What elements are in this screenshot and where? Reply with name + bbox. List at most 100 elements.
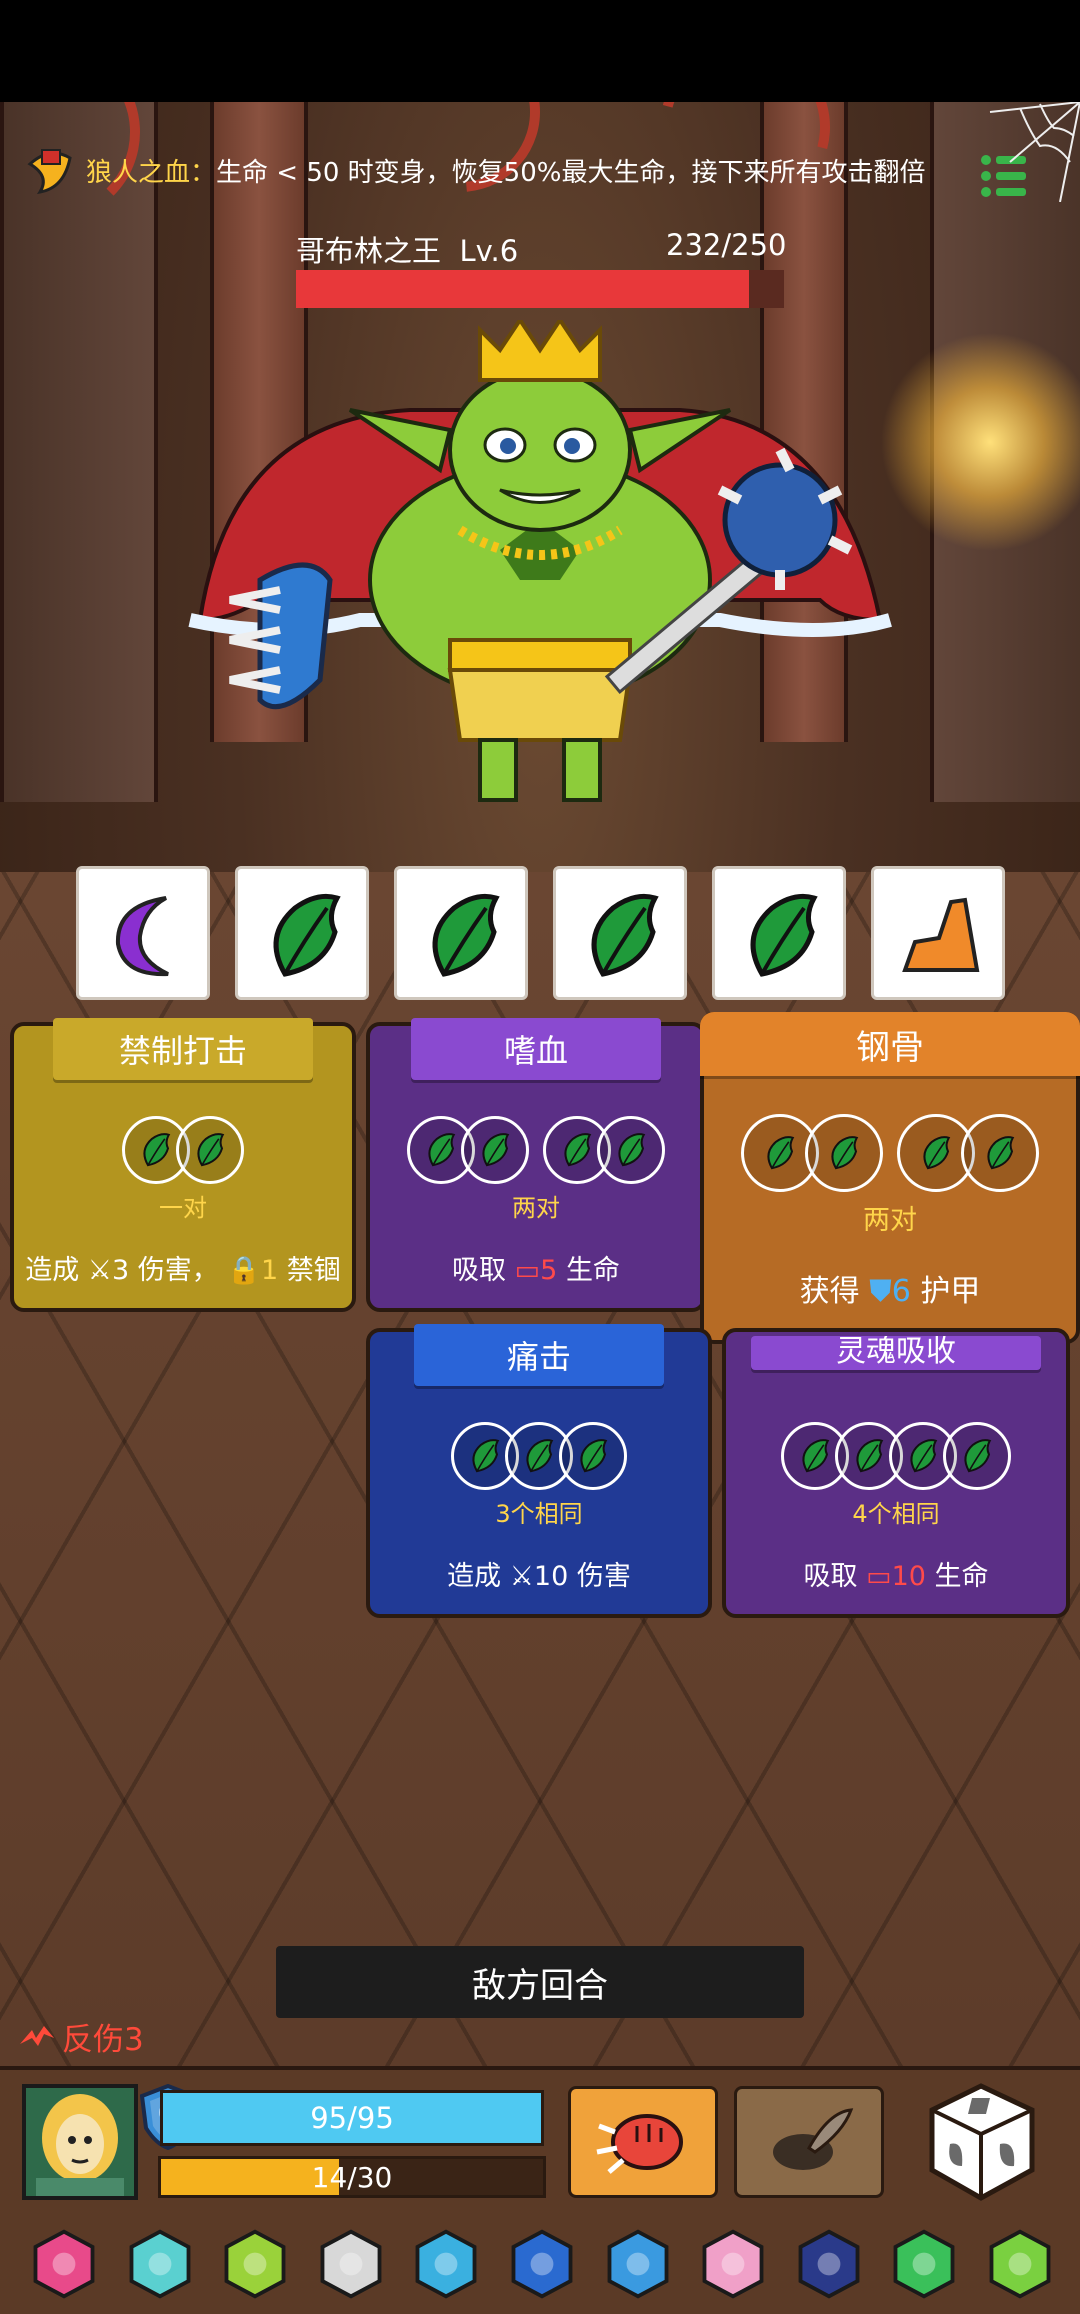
effect-value: 3 bbox=[112, 1255, 130, 1286]
lock-icon: 🔒 bbox=[227, 1255, 262, 1286]
leaf-icon bbox=[987, 1136, 1015, 1170]
emerald-icon bbox=[893, 2229, 955, 2299]
status-thorns[interactable]: 反伤3 bbox=[18, 2014, 144, 2059]
card-title: 禁制打击 bbox=[53, 1018, 313, 1080]
relic-slot[interactable] bbox=[787, 2222, 871, 2306]
thorns-icon bbox=[20, 2025, 54, 2046]
leaf-slot[interactable] bbox=[559, 1422, 627, 1490]
dice-slots bbox=[726, 1422, 1066, 1490]
player-xp-bar: 14/30 bbox=[158, 2156, 546, 2198]
sword-icon: ⚔ bbox=[509, 1561, 534, 1592]
relic-slot[interactable] bbox=[691, 2222, 775, 2306]
spiked-orb-icon bbox=[511, 2229, 573, 2299]
effect-prefix: 吸取 bbox=[452, 1255, 507, 1286]
herb-icon bbox=[989, 2229, 1051, 2299]
card-requirement: 两对 bbox=[512, 1194, 560, 1222]
card-title: 嗜血 bbox=[411, 1018, 661, 1080]
card-steel-bone[interactable]: 钢骨 两对 获得 ⛊6 护甲 bbox=[700, 1012, 1080, 1344]
leaf-slot[interactable] bbox=[805, 1114, 883, 1192]
thorns-label: 反伤3 bbox=[62, 2022, 144, 2058]
relic-slot[interactable] bbox=[22, 2222, 106, 2306]
card-requirement: 3个相同 bbox=[495, 1500, 583, 1528]
effect-suffix: 生命 bbox=[565, 1255, 620, 1286]
leaf-icon bbox=[964, 1439, 992, 1473]
leaf-icon bbox=[472, 1439, 500, 1473]
leaf-icon bbox=[564, 1133, 592, 1167]
player-hp-text: 95/95 bbox=[310, 2101, 394, 2135]
leaf-icon bbox=[750, 893, 818, 977]
skull-shield-icon bbox=[415, 2229, 477, 2299]
die-leaf[interactable] bbox=[553, 866, 687, 1000]
avatar[interactable] bbox=[22, 2084, 138, 2200]
slot-triple bbox=[451, 1422, 627, 1490]
card-effect: 吸取 ▭10 生命 bbox=[726, 1554, 1066, 1593]
card-effect: 造成 ⚔3 伤害， 🔒1 禁锢 bbox=[14, 1248, 352, 1287]
leaf-icon bbox=[273, 893, 341, 977]
leaf-icon bbox=[618, 1133, 646, 1167]
leaf-icon bbox=[482, 1133, 510, 1167]
boss-name-label: 哥布林之王 Lv.6 bbox=[296, 228, 518, 270]
relic-slot[interactable] bbox=[882, 2222, 966, 2306]
player-hp-bar: 95/95 bbox=[160, 2090, 544, 2146]
leaf-slot[interactable] bbox=[961, 1114, 1039, 1192]
relic-slot[interactable] bbox=[118, 2222, 202, 2306]
card-effect: 吸取 ▭5 生命 bbox=[370, 1248, 702, 1287]
leaf-icon bbox=[767, 1136, 795, 1170]
armor-icon: ⛊ bbox=[869, 1274, 892, 1309]
dice-slots bbox=[704, 1114, 1076, 1192]
boss-hp-bar bbox=[296, 270, 784, 308]
boss-name: 哥布林之王 bbox=[296, 234, 442, 268]
die-leaf[interactable] bbox=[235, 866, 369, 1000]
skill-quill-button[interactable] bbox=[734, 2086, 884, 2198]
slot-pair bbox=[407, 1116, 529, 1184]
leaf-slot[interactable] bbox=[597, 1116, 665, 1184]
die-leaf[interactable] bbox=[712, 866, 846, 1000]
sword-icon: ⚔ bbox=[87, 1255, 113, 1286]
card-heavy-strike[interactable]: 痛击 3个相同 造成 ⚔10 伤害 bbox=[366, 1324, 712, 1618]
passive-description: 生命 < 50 时变身，恢复50%最大生命，接下来所有攻击翻倍 bbox=[216, 157, 926, 188]
effect-suffix: 伤害 bbox=[576, 1561, 631, 1592]
leaf-icon bbox=[856, 1439, 884, 1473]
die-moon[interactable] bbox=[76, 866, 210, 1000]
relic-slot[interactable] bbox=[500, 2222, 584, 2306]
boss-hp-text: 232/250 bbox=[666, 228, 787, 262]
die-leaf[interactable] bbox=[394, 866, 528, 1000]
relic-slot[interactable] bbox=[213, 2222, 297, 2306]
fang-icon: ▭ bbox=[866, 1561, 892, 1592]
fist-icon bbox=[596, 2114, 683, 2174]
effect-suffix: 生命 bbox=[934, 1561, 989, 1592]
card-requirement: 4个相同 bbox=[852, 1500, 940, 1528]
leaf-icon bbox=[526, 1439, 554, 1473]
die-rock[interactable] bbox=[871, 866, 1005, 1000]
leaf-icon bbox=[923, 1136, 951, 1170]
totem-icon bbox=[33, 2229, 95, 2299]
relic-slot[interactable] bbox=[404, 2222, 488, 2306]
chest-icon bbox=[129, 2229, 190, 2299]
hero-portrait bbox=[26, 2088, 134, 2196]
ring-icon bbox=[320, 2229, 382, 2299]
fang-icon: ▭ bbox=[514, 1255, 541, 1286]
slot-pair bbox=[122, 1116, 244, 1184]
crown-icon bbox=[607, 2229, 668, 2299]
relic-slot[interactable] bbox=[596, 2222, 680, 2306]
werewolf-fang-icon bbox=[27, 149, 72, 195]
boss-passive-banner[interactable]: 狼人之血： 生命 < 50 时变身，恢复50%最大生命，接下来所有攻击翻倍 bbox=[24, 140, 1024, 200]
boss-level: Lv.6 bbox=[459, 234, 519, 268]
leaf-icon bbox=[831, 1136, 859, 1170]
relic-slot[interactable] bbox=[978, 2222, 1062, 2306]
card-forbid-strike[interactable]: 禁制打击 一对 造成 ⚔3 伤害， 🔒1 禁锢 bbox=[10, 1018, 356, 1312]
leaf-icon bbox=[802, 1439, 830, 1473]
leaf-slot[interactable] bbox=[943, 1422, 1011, 1490]
effect-value: 6 bbox=[891, 1274, 911, 1309]
skill-fist-button[interactable] bbox=[568, 2086, 718, 2198]
card-soul-drain[interactable]: 灵魂吸收 4个相同 吸取 ▭10 生命 bbox=[722, 1328, 1070, 1618]
cobweb-decoration bbox=[989, 102, 1080, 202]
leaf-slot[interactable] bbox=[176, 1116, 244, 1184]
relic-slot[interactable] bbox=[309, 2222, 393, 2306]
goblin-king-sprite[interactable] bbox=[120, 320, 960, 820]
roll-dice-button[interactable] bbox=[912, 2070, 1050, 2208]
leaf-icon bbox=[432, 893, 500, 977]
card-requirement: 一对 bbox=[159, 1194, 207, 1222]
card-bloodthirst[interactable]: 嗜血 两对 吸取 ▭5 生命 bbox=[366, 1018, 706, 1312]
leaf-slot[interactable] bbox=[461, 1116, 529, 1184]
